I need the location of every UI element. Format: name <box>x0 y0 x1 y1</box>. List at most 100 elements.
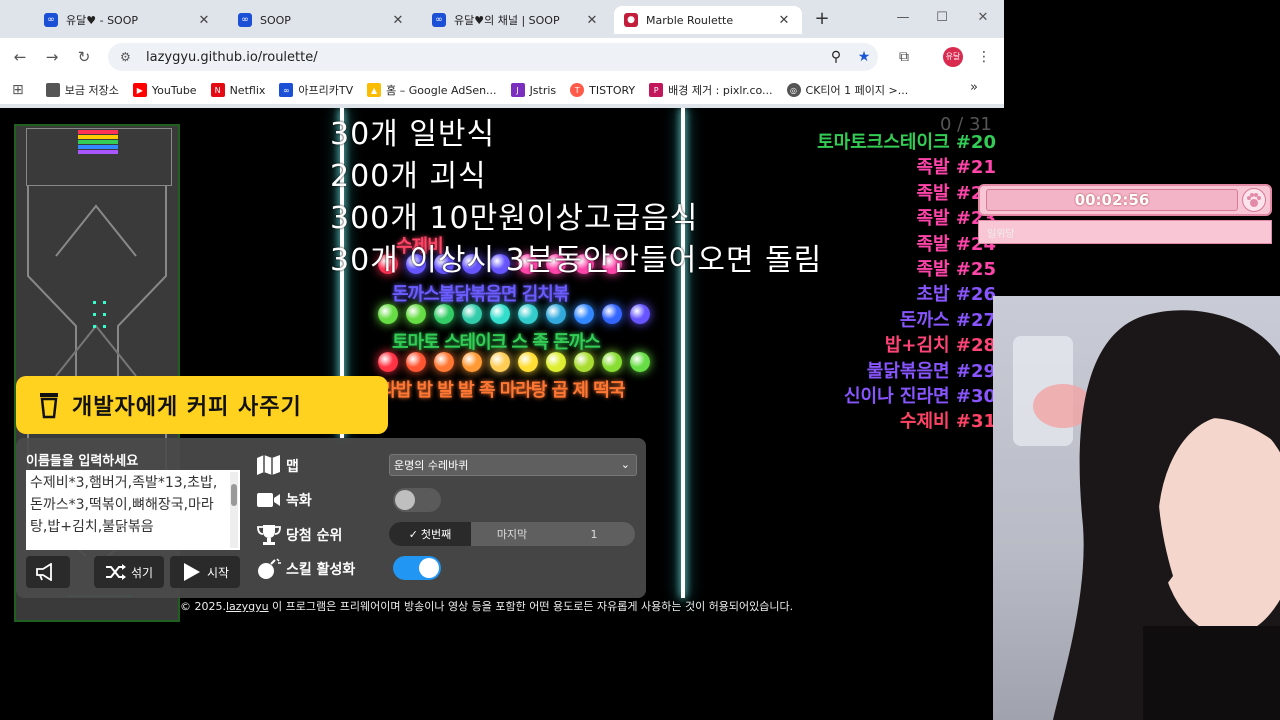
bookmark-item[interactable]: P 배경 제거 : pixlr.co... <box>649 82 773 98</box>
tab-2[interactable]: ∞ SOOP ✕ <box>228 6 416 34</box>
extensions-icon[interactable]: ⧉ <box>893 47 915 67</box>
netflix-icon: N <box>210 83 225 97</box>
tab-title: SOOP <box>260 13 291 27</box>
shuffle-button[interactable]: 섞기 <box>94 556 164 588</box>
marble <box>602 304 622 324</box>
ranking-list: 토마토크스테이크 #20 족발 #21 족발 #22 족발 #23 족발 #24… <box>817 130 996 435</box>
footer-author-link[interactable]: lazygyu <box>226 600 269 613</box>
bomb-icon <box>258 558 281 579</box>
map-icon <box>257 455 280 475</box>
rank-label: 당첨 순위 <box>286 528 343 544</box>
soop-icon: ∞ <box>238 13 252 27</box>
marble <box>406 304 426 324</box>
bookmark-label: CK티어 1 페이지 >... <box>805 84 909 97</box>
settings-panel: 이름들을 입력하세요 섞기 시작 <box>16 438 646 598</box>
timer-value: 00:02:56 <box>986 189 1238 211</box>
buy-coffee-button[interactable]: 개발자에게 커피 사주기 <box>16 376 388 434</box>
close-icon[interactable]: ✕ <box>196 13 212 28</box>
marble <box>378 304 398 324</box>
bookmarks-bar: ⊞ 보금 저장소 ▶ YouTube N Netflix ∞ 아프리카TV ▲ 홈 – … <box>0 76 1004 104</box>
maximize-icon[interactable]: ☐ <box>931 8 953 28</box>
start-button[interactable]: 시작 <box>170 556 240 588</box>
jstris-icon: J <box>510 83 525 97</box>
mute-button[interactable] <box>26 556 70 588</box>
tab-title: 유달♥의 채널 | SOOP <box>454 14 560 27</box>
ranking-item: 족발 #22 <box>916 182 996 204</box>
ranking-item: 족발 #25 <box>916 259 996 281</box>
marble <box>462 304 482 324</box>
url-text[interactable]: lazygyu.github.io/roulette/ <box>146 50 822 65</box>
back-icon[interactable]: ← <box>9 47 31 67</box>
bookmark-item[interactable]: ▲ 홈 – Google AdSen... <box>367 82 497 98</box>
rank-last-option[interactable]: 마지막 <box>471 522 553 546</box>
tab-marble-roulette[interactable]: ● Marble Roulette ✕ <box>614 6 802 34</box>
close-icon[interactable]: ✕ <box>390 13 406 28</box>
tab-3[interactable]: ∞ 유달♥의 채널 | SOOP ✕ <box>422 6 610 34</box>
marble <box>490 352 510 372</box>
close-icon[interactable]: ✕ <box>584 13 600 28</box>
bookmark-item[interactable]: ▶ YouTube <box>132 83 197 97</box>
minimize-icon[interactable]: — <box>892 8 914 28</box>
marble <box>602 352 622 372</box>
marble <box>630 352 650 372</box>
tab-title: 유달♥ - SOOP <box>66 14 138 27</box>
video-camera-icon <box>257 493 280 507</box>
megaphone-icon <box>36 563 52 581</box>
chevron-down-icon: ⌄ <box>620 458 630 471</box>
marble <box>546 352 566 372</box>
bookmark-item[interactable]: T TISTORY <box>570 83 635 97</box>
play-icon <box>183 563 200 581</box>
bookmark-item[interactable]: ◎ CK티어 1 페이지 >... <box>786 82 909 98</box>
rule-line: 200개 괴식 <box>330 159 487 194</box>
marble <box>434 304 454 324</box>
rank-number-value: 1 <box>590 527 598 541</box>
marble <box>490 304 510 324</box>
forward-icon[interactable]: → <box>41 47 63 67</box>
site-info-icon[interactable]: ⚙ <box>120 50 136 64</box>
new-tab-button[interactable]: + <box>812 9 832 29</box>
record-toggle[interactable] <box>393 488 441 512</box>
rule-line: 300개 10만원이상고급음식 <box>330 201 699 236</box>
shuffle-icon <box>105 564 126 580</box>
streamer-webcam-image <box>1013 310 1280 720</box>
tab-1[interactable]: ∞ 유달♥ - SOOP ✕ <box>34 6 222 34</box>
ranking-item: 밥+김치 #28 <box>884 335 996 357</box>
menu-icon[interactable]: ⋮ <box>973 47 995 67</box>
bookmark-item[interactable]: J Jstris <box>510 83 557 97</box>
rank-first-option[interactable]: ✓ 첫번째 <box>389 522 471 546</box>
bookmark-star-icon[interactable]: ★ <box>850 49 878 65</box>
close-icon[interactable]: ✕ <box>776 13 792 28</box>
bookmark-label: Netflix <box>229 83 266 97</box>
skill-toggle[interactable] <box>393 556 441 580</box>
reload-icon[interactable]: ↻ <box>73 47 95 67</box>
map-select[interactable]: 운명의 수레바퀴 ⌄ <box>389 454 637 476</box>
stream-timer-subtitle: 일위당 <box>978 220 1272 244</box>
address-bar[interactable]: ⚙ lazygyu.github.io/roulette/ ⚲ ★ <box>108 43 878 71</box>
zoom-icon[interactable]: ⚲ <box>822 49 850 65</box>
names-input[interactable] <box>26 470 240 550</box>
bookmark-item[interactable]: 보금 저장소 <box>45 82 119 98</box>
start-label: 시작 <box>206 565 230 580</box>
rank-first-label: 첫번째 <box>420 528 452 541</box>
bookmark-label: YouTube <box>151 83 197 97</box>
paw-icon <box>1242 188 1266 212</box>
bookmarks-overflow-icon[interactable]: » <box>970 80 978 95</box>
bookmark-item[interactable]: N Netflix <box>210 83 266 97</box>
pixlr-icon: P <box>649 83 664 97</box>
ranking-item: 족발 #23 <box>916 208 996 230</box>
marble-label: 라밥 밥 발 발 족 마라탕 곱 제 떡국 <box>380 380 625 401</box>
roulette-game: 수제비 돈까스불닭볶음면 김치볶 토마토 스테이크 스 족 돈까스 라밥 밥 발… <box>0 108 1004 628</box>
names-scrollbar[interactable] <box>230 472 238 548</box>
bookmark-item[interactable]: ∞ 아프리카TV <box>279 82 353 98</box>
profile-avatar[interactable]: 유달 <box>943 47 963 67</box>
window-close-icon[interactable]: ✕ <box>972 8 994 28</box>
bookmark-label: Jstris <box>529 83 557 97</box>
apps-icon[interactable]: ⊞ <box>12 82 24 98</box>
marble <box>434 352 454 372</box>
browser-toolbar: ← → ↻ ⚙ lazygyu.github.io/roulette/ ⚲ ★ … <box>0 38 1004 76</box>
names-label: 이름들을 입력하세요 <box>26 454 139 469</box>
stream-rules-overlay: 30개 일반식 200개 괴식 300개 10만원이상고급음식 30개 이상시 … <box>330 114 822 282</box>
map-select-value: 운명의 수레바퀴 <box>394 459 469 472</box>
ranking-item: 족발 #24 <box>916 233 996 255</box>
rank-number-input[interactable]: 1 <box>553 522 635 546</box>
